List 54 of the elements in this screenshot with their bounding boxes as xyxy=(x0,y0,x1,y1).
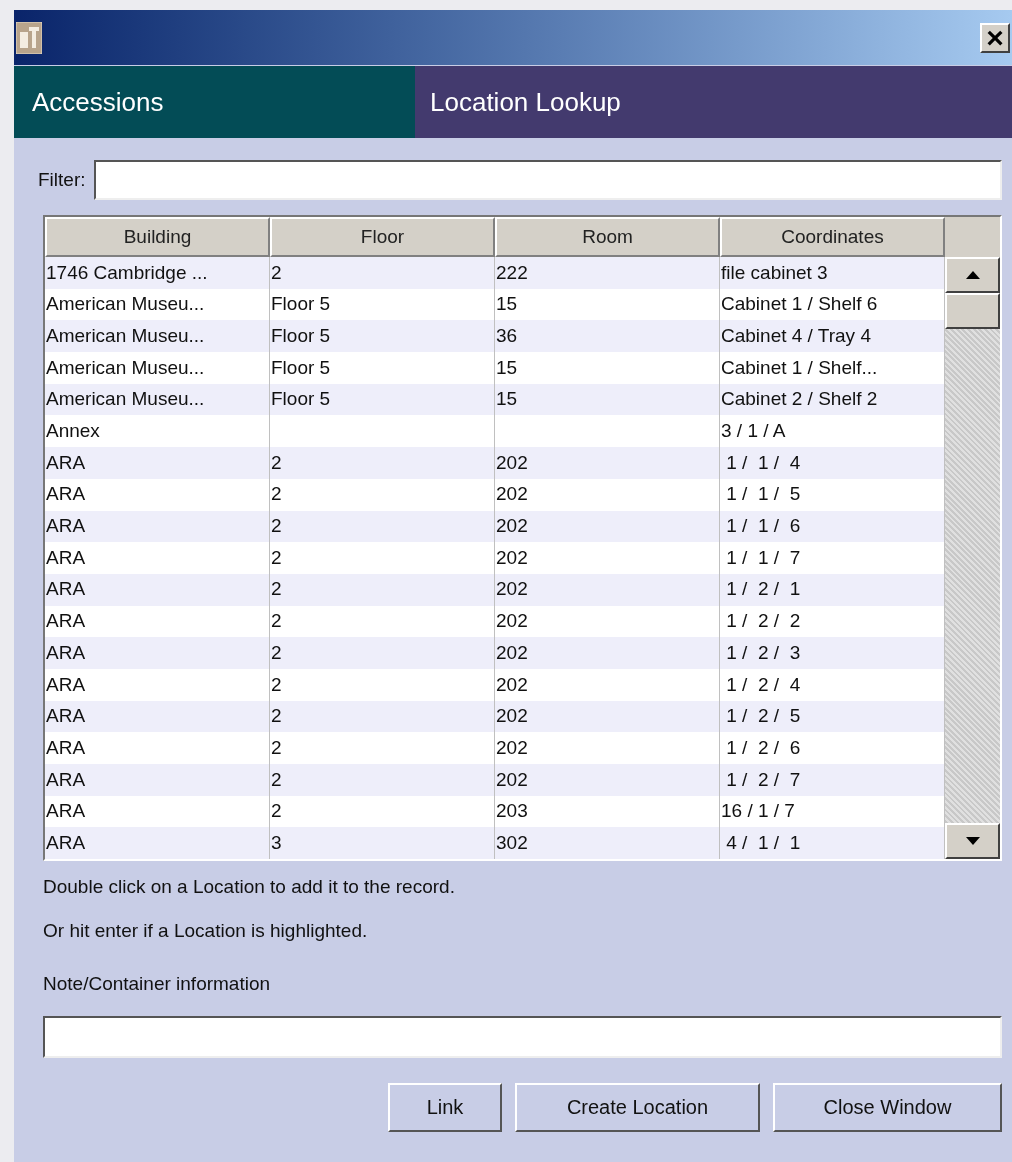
page-title: Location Lookup xyxy=(415,66,1012,138)
scroll-up-button[interactable] xyxy=(945,257,1000,293)
table-cell: ARA xyxy=(45,668,270,701)
column-header[interactable]: Building xyxy=(45,217,270,257)
table-cell: ARA xyxy=(45,573,270,606)
table-cell: 2 xyxy=(270,764,495,796)
table-cell: Floor 5 xyxy=(270,352,495,384)
note-label: Note/Container information xyxy=(42,972,272,996)
action-button[interactable]: Close Window xyxy=(773,1082,1002,1132)
scroll-down-button[interactable] xyxy=(945,823,1000,859)
table-cell: ARA xyxy=(45,637,270,669)
table-cell: 2 xyxy=(270,542,495,574)
table-cell: ARA xyxy=(45,542,270,574)
table-cell: 202 xyxy=(495,764,720,796)
up-arrow-icon xyxy=(965,271,980,279)
table-cell: 2 xyxy=(270,668,495,701)
table-cell: 2 xyxy=(270,257,495,289)
table-cell: 302 xyxy=(495,827,720,860)
table-cell: 3 xyxy=(270,827,495,860)
table-cell: ARA xyxy=(45,447,270,479)
table-cell: 202 xyxy=(495,542,720,574)
table-cell: 202 xyxy=(495,447,720,479)
table-cell: ARA xyxy=(45,478,270,511)
table-cell: 2 xyxy=(270,637,495,669)
action-button[interactable]: Link xyxy=(388,1082,502,1132)
table-cell: 15 xyxy=(495,352,720,384)
table-cell: 2 xyxy=(270,447,495,479)
filter-field[interactable] xyxy=(93,160,1002,200)
table-cell: 2 xyxy=(270,573,495,606)
table-cell: American Museu... xyxy=(45,352,270,384)
note-field[interactable] xyxy=(43,1015,1002,1058)
column-header[interactable]: Room xyxy=(495,217,720,257)
table-cell: 2 xyxy=(270,478,495,511)
table-cell: 222 xyxy=(495,257,720,289)
table-cell: 202 xyxy=(495,478,720,511)
table-cell: 202 xyxy=(495,637,720,669)
table-cell: 202 xyxy=(495,573,720,606)
section-header: Accessions xyxy=(14,66,415,138)
table-cell: ARA xyxy=(45,827,270,860)
scrollbar-corner xyxy=(945,217,1000,257)
app-logo-icon xyxy=(16,21,42,54)
action-button[interactable]: Create Location xyxy=(515,1082,760,1132)
close-button[interactable]: × xyxy=(980,22,1010,53)
table-cell: ARA xyxy=(45,764,270,796)
column-header[interactable]: Coordinates xyxy=(720,217,945,257)
down-arrow-icon xyxy=(965,837,980,845)
table-cell: 1746 Cambridge ... xyxy=(45,257,270,289)
scrollbar[interactable] xyxy=(945,217,1000,859)
hint-text: Or hit enter if a Location is highlighted. xyxy=(43,918,369,943)
column-header[interactable]: Floor xyxy=(270,217,495,257)
hint-text: Double click on a Location to add it to the record. xyxy=(43,875,456,899)
table-cell: 202 xyxy=(495,668,720,701)
scroll-thumb[interactable] xyxy=(945,293,1000,329)
filter-label: Filter: xyxy=(38,167,86,192)
